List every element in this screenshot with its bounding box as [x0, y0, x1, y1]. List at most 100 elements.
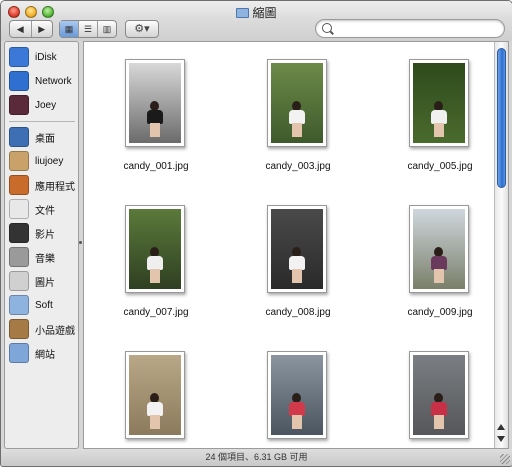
sidebar-item[interactable]: 圖片	[9, 270, 55, 292]
person-figure	[431, 101, 447, 137]
file-item[interactable]: candy_009.jpg	[380, 188, 508, 328]
photo-image	[129, 63, 181, 143]
games-icon	[9, 319, 29, 339]
back-button[interactable]: ◀	[10, 21, 32, 37]
documents-icon	[9, 199, 29, 219]
photo-image	[271, 209, 323, 289]
status-bar: 24 個項目、6.31 GB 可用	[1, 449, 512, 466]
sidebar-item-label: 影片	[35, 229, 55, 241]
sidebar-separator	[9, 121, 75, 122]
sidebar-item-label: 圖片	[35, 277, 55, 289]
person-figure	[431, 393, 447, 429]
file-name-label: candy_001.jpg	[123, 161, 189, 172]
sidebar-item[interactable]: Network	[9, 70, 72, 92]
sidebar-item[interactable]: 桌面	[9, 126, 55, 148]
sidebar-item-label: 網站	[35, 349, 55, 361]
sidebar-item-label: Soft	[35, 299, 53, 311]
window-title-text: 縮圖	[252, 6, 277, 20]
photo-thumbnail[interactable]	[409, 205, 469, 293]
applications-icon	[9, 175, 29, 195]
person-figure	[289, 101, 305, 137]
sidebar-item[interactable]: 網站	[9, 342, 55, 364]
file-item[interactable]: candy_003.jpg	[238, 42, 378, 182]
photo-thumbnail[interactable]	[267, 205, 327, 293]
file-item[interactable]	[238, 334, 378, 448]
back-arrow-icon: ◀	[16, 23, 24, 34]
sidebar-item[interactable]: Soft	[9, 294, 53, 316]
pictures-icon	[9, 271, 29, 291]
user-photo-icon	[9, 95, 29, 115]
resize-grip-icon[interactable]	[500, 454, 510, 464]
sidebar-item[interactable]: 音樂	[9, 246, 55, 268]
sidebar-item[interactable]: 小品遊戲	[9, 318, 75, 340]
idisk-icon	[9, 47, 29, 67]
sidebar-item[interactable]: 文件	[9, 198, 55, 220]
sidebar-item-label: 音樂	[35, 253, 55, 265]
photo-thumbnail[interactable]	[125, 59, 185, 147]
splitter-handle[interactable]	[79, 241, 82, 244]
sites-folder-icon	[9, 343, 29, 363]
search-field[interactable]	[315, 19, 505, 38]
sidebar-item[interactable]: liujoey	[9, 150, 63, 172]
column-view-button[interactable]: ▥	[98, 21, 116, 37]
icon-grid: candy_001.jpg candy_003.jpg candy_005.jpgc…	[83, 41, 509, 449]
person-figure	[147, 247, 163, 283]
sidebar-item-label: 桌面	[35, 133, 55, 145]
person-figure	[147, 393, 163, 429]
sidebar-item-label: iDisk	[35, 51, 57, 63]
file-item[interactable]: candy_008.jpg	[238, 188, 378, 328]
sidebar-item[interactable]: 影片	[9, 222, 55, 244]
folder-icon	[236, 8, 250, 18]
sidebar-item[interactable]: Joey	[9, 94, 56, 116]
music-clef-icon	[9, 247, 29, 267]
sidebar-item-label: liujoey	[35, 155, 64, 167]
forward-arrow-icon: ▶	[38, 23, 46, 34]
file-item[interactable]: candy_005.jpg	[380, 42, 508, 182]
photo-image	[413, 63, 465, 143]
photo-thumbnail[interactable]	[267, 59, 327, 147]
file-name-label: candy_007.jpg	[123, 307, 189, 318]
file-name-label: candy_005.jpg	[407, 161, 473, 172]
person-figure	[289, 393, 305, 429]
sidebar-item-label: 文件	[35, 205, 55, 217]
photo-image	[129, 209, 181, 289]
gear-icon: ⚙▾	[134, 23, 150, 35]
photo-thumbnail[interactable]	[125, 351, 185, 439]
person-figure	[431, 247, 447, 283]
file-name-label: candy_008.jpg	[265, 307, 331, 318]
sidebar: iDisk Network Joey 桌面 liujoey 應用程式文件影片音樂圖片 Sof…	[4, 41, 79, 449]
toolbar: 縮圖 ◀ ▶ ▦ ☰ ▥ ⚙▾	[1, 1, 512, 41]
finder-window: 縮圖 ◀ ▶ ▦ ☰ ▥ ⚙▾ iDisk Network Joey 桌面 liujoe…	[0, 0, 512, 467]
file-name-label: candy_009.jpg	[407, 307, 473, 318]
search-input[interactable]	[336, 21, 500, 37]
home-icon	[9, 151, 29, 171]
file-item[interactable]: candy_001.jpg	[96, 42, 236, 182]
sidebar-item-label: 應用程式	[35, 181, 75, 193]
sidebar-item[interactable]: 應用程式	[9, 174, 75, 196]
icon-view-button[interactable]: ▦	[60, 21, 79, 37]
action-menu-button[interactable]: ⚙▾	[125, 20, 159, 38]
photo-thumbnail[interactable]	[409, 59, 469, 147]
sidebar-item-label: Network	[35, 75, 72, 87]
column-view-icon: ▥	[102, 23, 112, 34]
photo-image	[271, 63, 323, 143]
photo-image	[271, 355, 323, 435]
movies-clapper-icon	[9, 223, 29, 243]
icon-view-icon: ▦	[64, 23, 74, 34]
search-icon	[322, 23, 332, 33]
sidebar-item-label: 小品遊戲	[35, 325, 75, 337]
person-figure	[147, 101, 163, 137]
file-item[interactable]	[96, 334, 236, 448]
list-view-button[interactable]: ☰	[79, 21, 98, 37]
photo-thumbnail[interactable]	[125, 205, 185, 293]
forward-button[interactable]: ▶	[32, 21, 53, 37]
file-item[interactable]	[380, 334, 508, 448]
photo-thumbnail[interactable]	[409, 351, 469, 439]
file-item[interactable]: candy_007.jpg	[96, 188, 236, 328]
file-name-label: candy_003.jpg	[265, 161, 331, 172]
photo-thumbnail[interactable]	[267, 351, 327, 439]
photo-image	[129, 355, 181, 435]
sidebar-item[interactable]: iDisk	[9, 46, 57, 68]
photo-image	[413, 209, 465, 289]
sidebar-item-label: Joey	[35, 99, 57, 111]
